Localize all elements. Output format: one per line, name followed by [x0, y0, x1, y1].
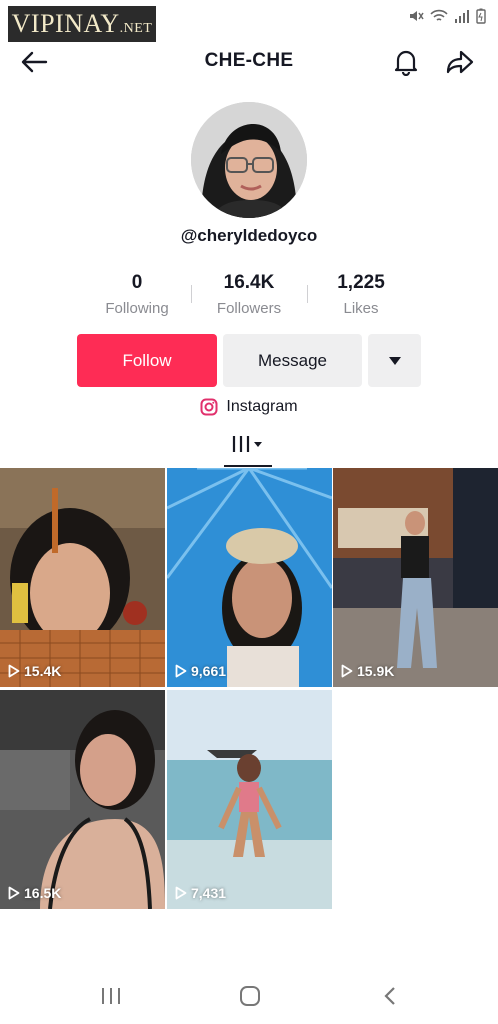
profile-avatar[interactable]	[191, 102, 307, 218]
recent-apps-button[interactable]	[96, 982, 126, 1010]
video-thumbnail[interactable]: 16.5K	[0, 690, 165, 909]
share-button[interactable]	[440, 42, 480, 82]
thumbnail-image	[0, 468, 165, 687]
home-button[interactable]	[235, 982, 265, 1010]
play-icon	[175, 664, 187, 678]
thumbnail-image	[167, 690, 332, 909]
thumbnail-image	[333, 468, 498, 687]
stat-following[interactable]: 0 Following	[77, 272, 197, 317]
video-thumbnail[interactable]: 9,661	[167, 468, 332, 687]
stat-likes-label: Likes	[343, 300, 379, 317]
watermark-logo: VIPINAY .NET	[8, 6, 156, 42]
view-count: 7,431	[175, 885, 226, 901]
stat-likes-value: 1,225	[337, 272, 385, 293]
mute-icon	[410, 11, 424, 21]
profile-username: @cheryldedoyco	[180, 226, 318, 245]
thumbnail-image	[0, 690, 165, 909]
message-button[interactable]: Message	[223, 334, 362, 387]
play-icon	[175, 886, 187, 900]
stat-following-value: 0	[131, 272, 143, 293]
stat-followers-label: Followers	[216, 300, 282, 317]
videos-grid-icon	[232, 436, 262, 452]
chevron-left-icon	[384, 987, 395, 1005]
view-count: 15.9K	[341, 663, 394, 679]
notification-bell-button[interactable]	[386, 42, 426, 82]
status-bar-icons	[408, 6, 486, 26]
thumbnail-image	[167, 468, 332, 687]
video-thumbnail[interactable]: 7,431	[167, 690, 332, 909]
instagram-link[interactable]: Instagram	[0, 398, 498, 416]
play-icon	[341, 664, 353, 678]
play-icon	[8, 664, 20, 678]
instagram-label: Instagram	[226, 398, 298, 415]
view-count: 9,661	[175, 663, 226, 679]
play-icon	[8, 886, 20, 900]
caret-down-icon	[388, 356, 401, 365]
follow-button[interactable]: Follow	[77, 334, 217, 387]
stat-followers-value: 16.4K	[223, 272, 275, 293]
share-icon	[446, 50, 474, 74]
wifi-icon	[430, 9, 448, 21]
bell-icon	[394, 50, 418, 76]
stat-likes: 1,225 Likes	[301, 272, 421, 317]
recent-apps-icon	[102, 988, 120, 1004]
video-thumbnail[interactable]: 15.4K	[0, 468, 165, 687]
view-count: 16.5K	[8, 885, 61, 901]
instagram-icon	[200, 398, 218, 416]
signal-icon	[455, 10, 469, 23]
back-nav-button[interactable]	[375, 982, 405, 1010]
more-options-button[interactable]	[368, 334, 421, 387]
stat-following-label: Following	[105, 300, 169, 317]
tab-active-indicator	[224, 465, 272, 467]
view-count: 15.4K	[8, 663, 61, 679]
stat-followers[interactable]: 16.4K Followers	[189, 272, 309, 317]
battery-icon	[476, 8, 486, 24]
tab-videos[interactable]	[224, 430, 272, 470]
avatar-image	[191, 102, 307, 218]
home-icon	[240, 986, 260, 1006]
video-thumbnail[interactable]: 15.9K	[333, 468, 498, 687]
